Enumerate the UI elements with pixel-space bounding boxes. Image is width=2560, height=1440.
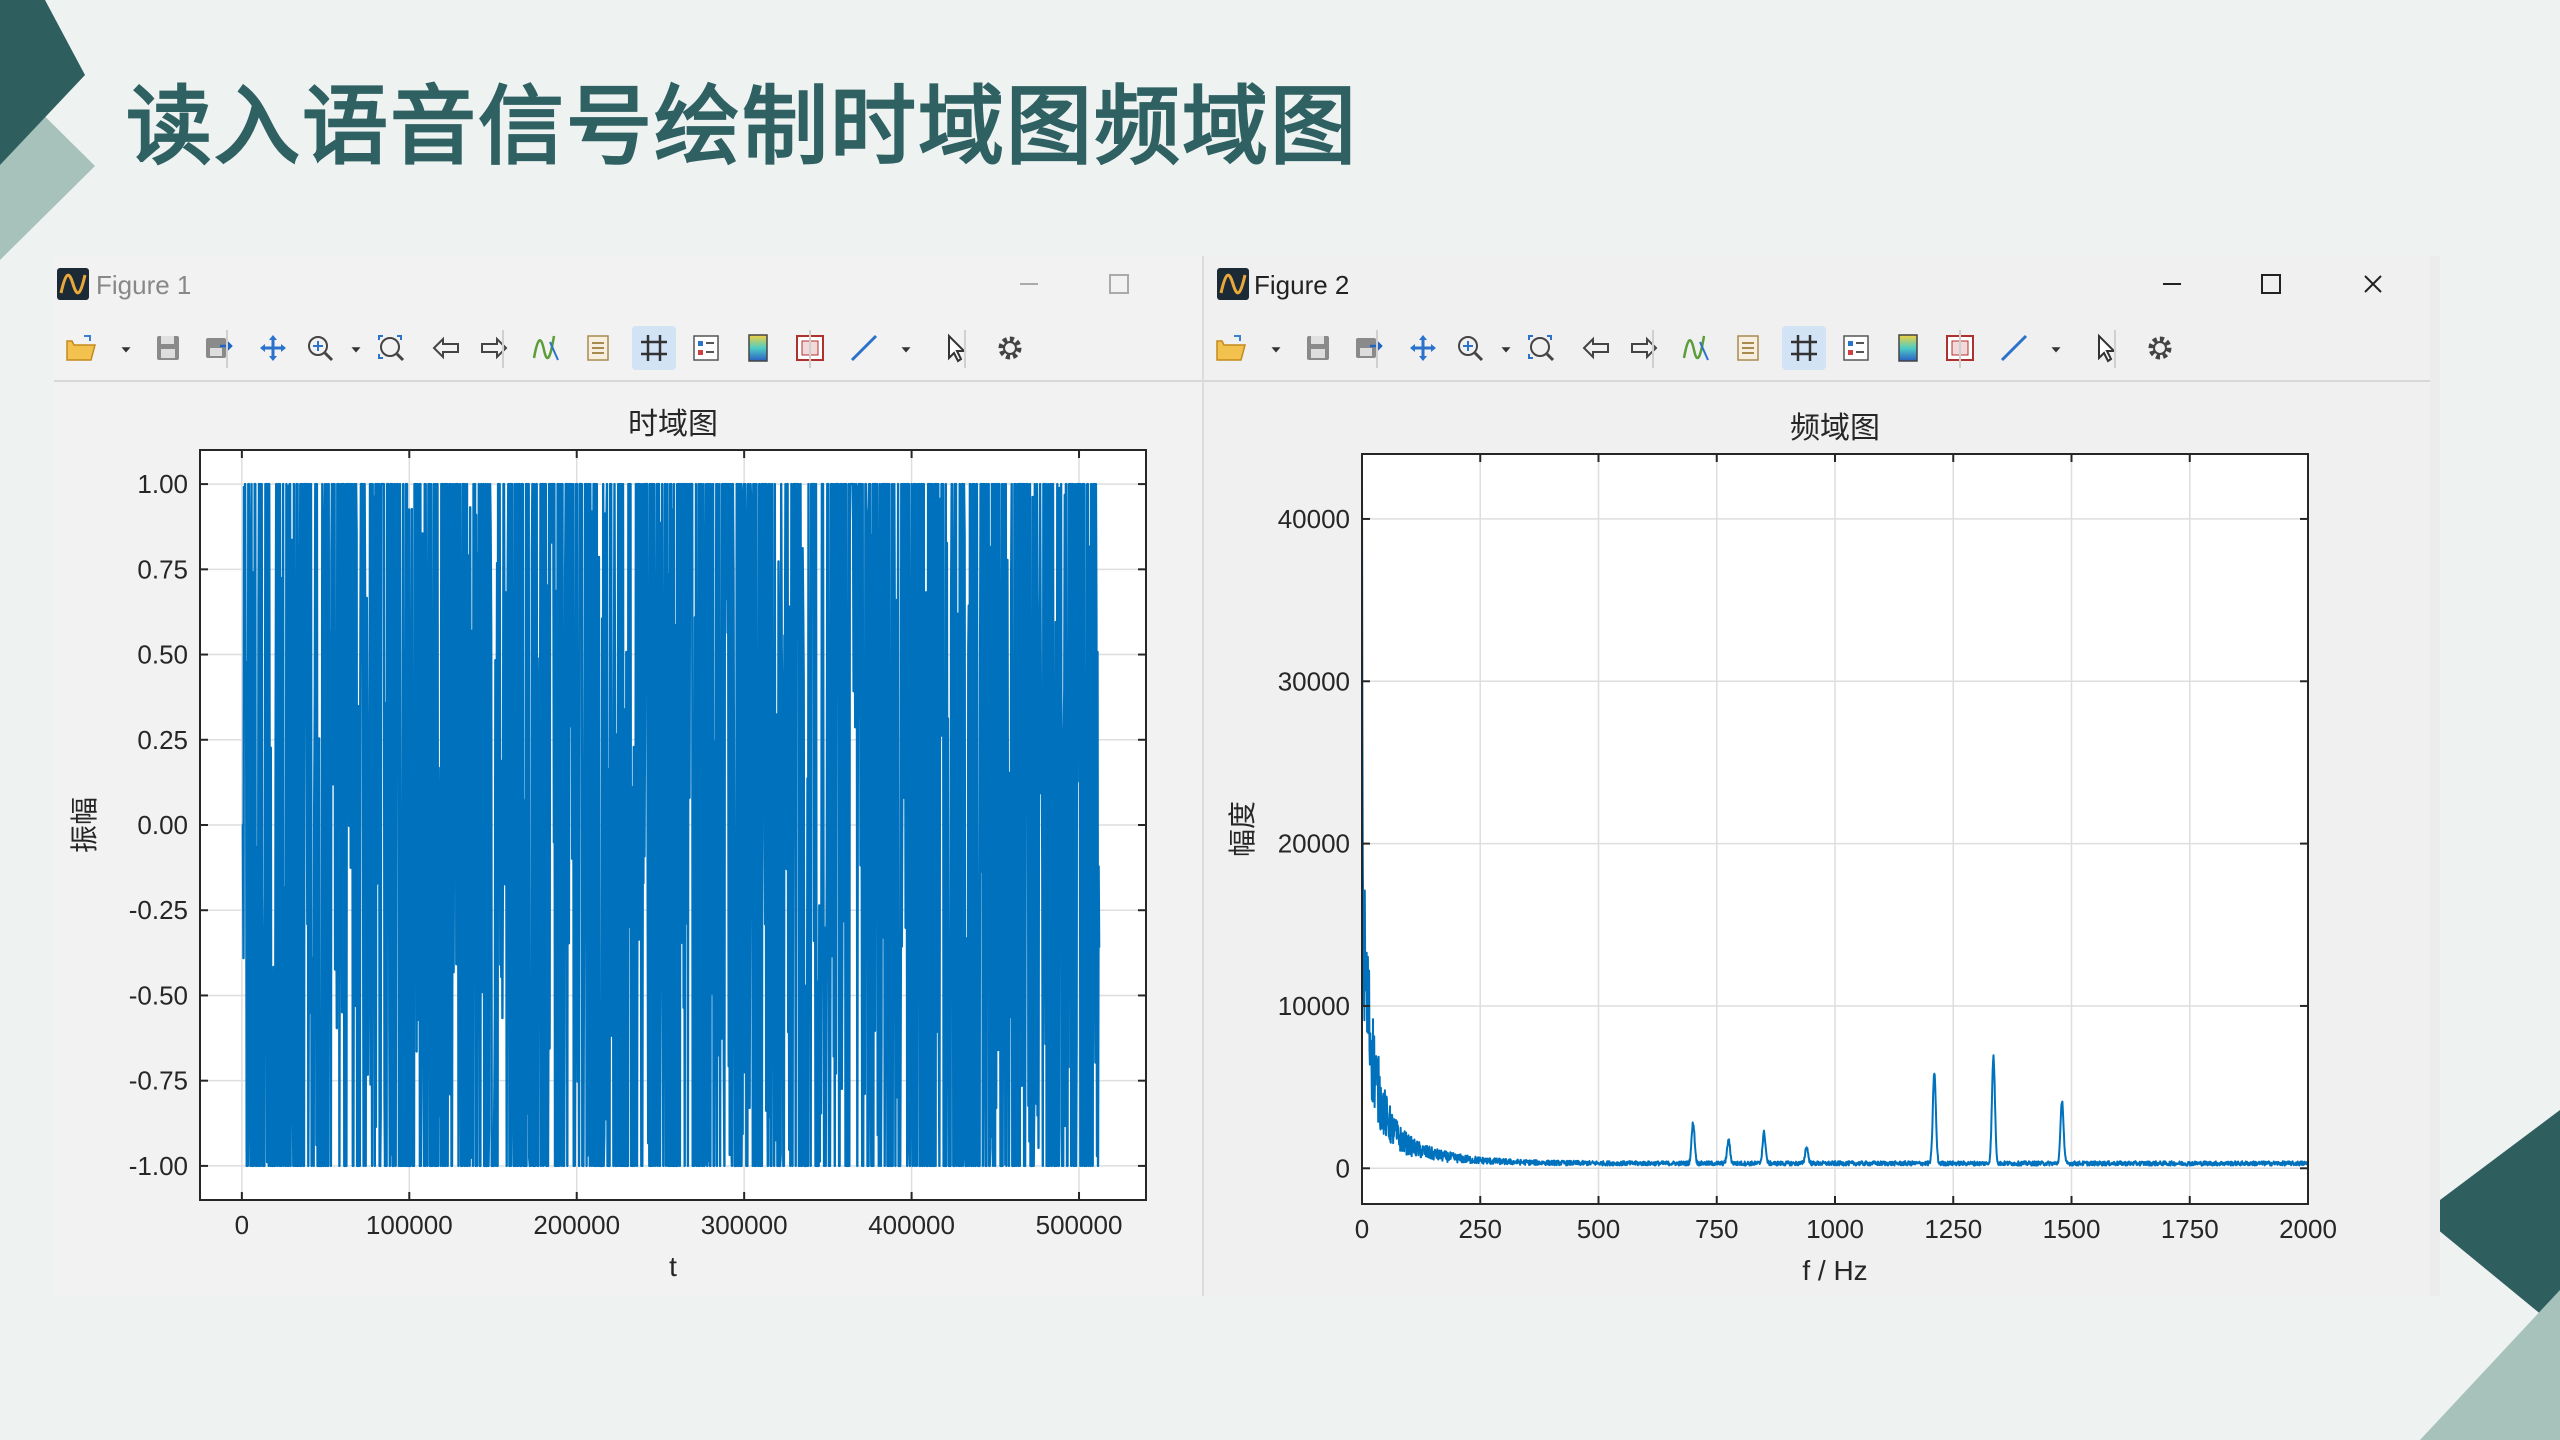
y-axis-label: 振幅 xyxy=(69,797,100,853)
window-edge xyxy=(2430,256,2440,1296)
y-tick-label: -0.50 xyxy=(129,980,188,1010)
x-tick-label: 200000 xyxy=(533,1210,620,1240)
frequency-domain-plot: 0 250 500 750 1000 1250 1500 1750 20000100002000… xyxy=(1227,412,2337,1286)
x-tick-label: 0 xyxy=(235,1210,249,1240)
x-tick-label: 250 xyxy=(1459,1214,1502,1244)
slide-title: 读入语音信号绘制时域图频域图 xyxy=(126,77,1358,177)
signal-line xyxy=(241,482,1101,1168)
x-tick-label: 1000 xyxy=(1806,1214,1864,1244)
y-tick-label: -1.00 xyxy=(129,1151,188,1181)
y-tick-label: 30000 xyxy=(1278,666,1350,696)
x-tick-label: 1500 xyxy=(2043,1214,2101,1244)
x-tick-label: 750 xyxy=(1695,1214,1738,1244)
y-tick-label: -0.25 xyxy=(129,895,188,925)
y-tick-label: 0.75 xyxy=(137,554,188,584)
x-axis-label: t xyxy=(669,1251,677,1282)
x-tick-label: 1250 xyxy=(1924,1214,1982,1244)
x-tick-label: 1750 xyxy=(2161,1214,2219,1244)
x-tick-label: 400000 xyxy=(868,1210,955,1240)
y-tick-label: 1.00 xyxy=(137,469,188,499)
chart-title: 时域图 xyxy=(628,408,718,441)
x-tick-label: 0 xyxy=(1355,1214,1369,1244)
x-tick-label: 500 xyxy=(1577,1214,1620,1244)
figure-2-window: Figure 2 0 250 500 750 1000 1250 1500 1750 2000 0… xyxy=(1202,256,2432,1296)
corner-decoration-top-left xyxy=(0,0,95,260)
figure-1-window: Figure 1 0 100000 200000 300000 400000 500000… xyxy=(54,256,1202,1296)
time-domain-plot: 0 100000 200000 300000 400000 500000 1.00 0.75 0… xyxy=(69,408,1147,1282)
x-tick-label: 300000 xyxy=(701,1210,788,1240)
x-axis-label: f / Hz xyxy=(1802,1255,1867,1286)
y-tick-label: 20000 xyxy=(1278,829,1350,859)
chart-title: 频域图 xyxy=(1790,412,1880,445)
y-tick-label: 0 xyxy=(1336,1153,1350,1183)
y-tick-label: -0.75 xyxy=(129,1066,188,1096)
y-tick-label: 10000 xyxy=(1278,991,1350,1021)
y-tick-label: 0.50 xyxy=(137,640,188,670)
y-tick-label: 40000 xyxy=(1278,504,1350,534)
x-tick-label: 100000 xyxy=(366,1210,453,1240)
x-tick-label: 500000 xyxy=(1036,1210,1123,1240)
y-axis-label: 幅度 xyxy=(1227,801,1258,857)
y-tick-label: 0.00 xyxy=(137,810,188,840)
y-tick-label: 0.25 xyxy=(137,725,188,755)
x-tick-label: 2000 xyxy=(2279,1214,2337,1244)
